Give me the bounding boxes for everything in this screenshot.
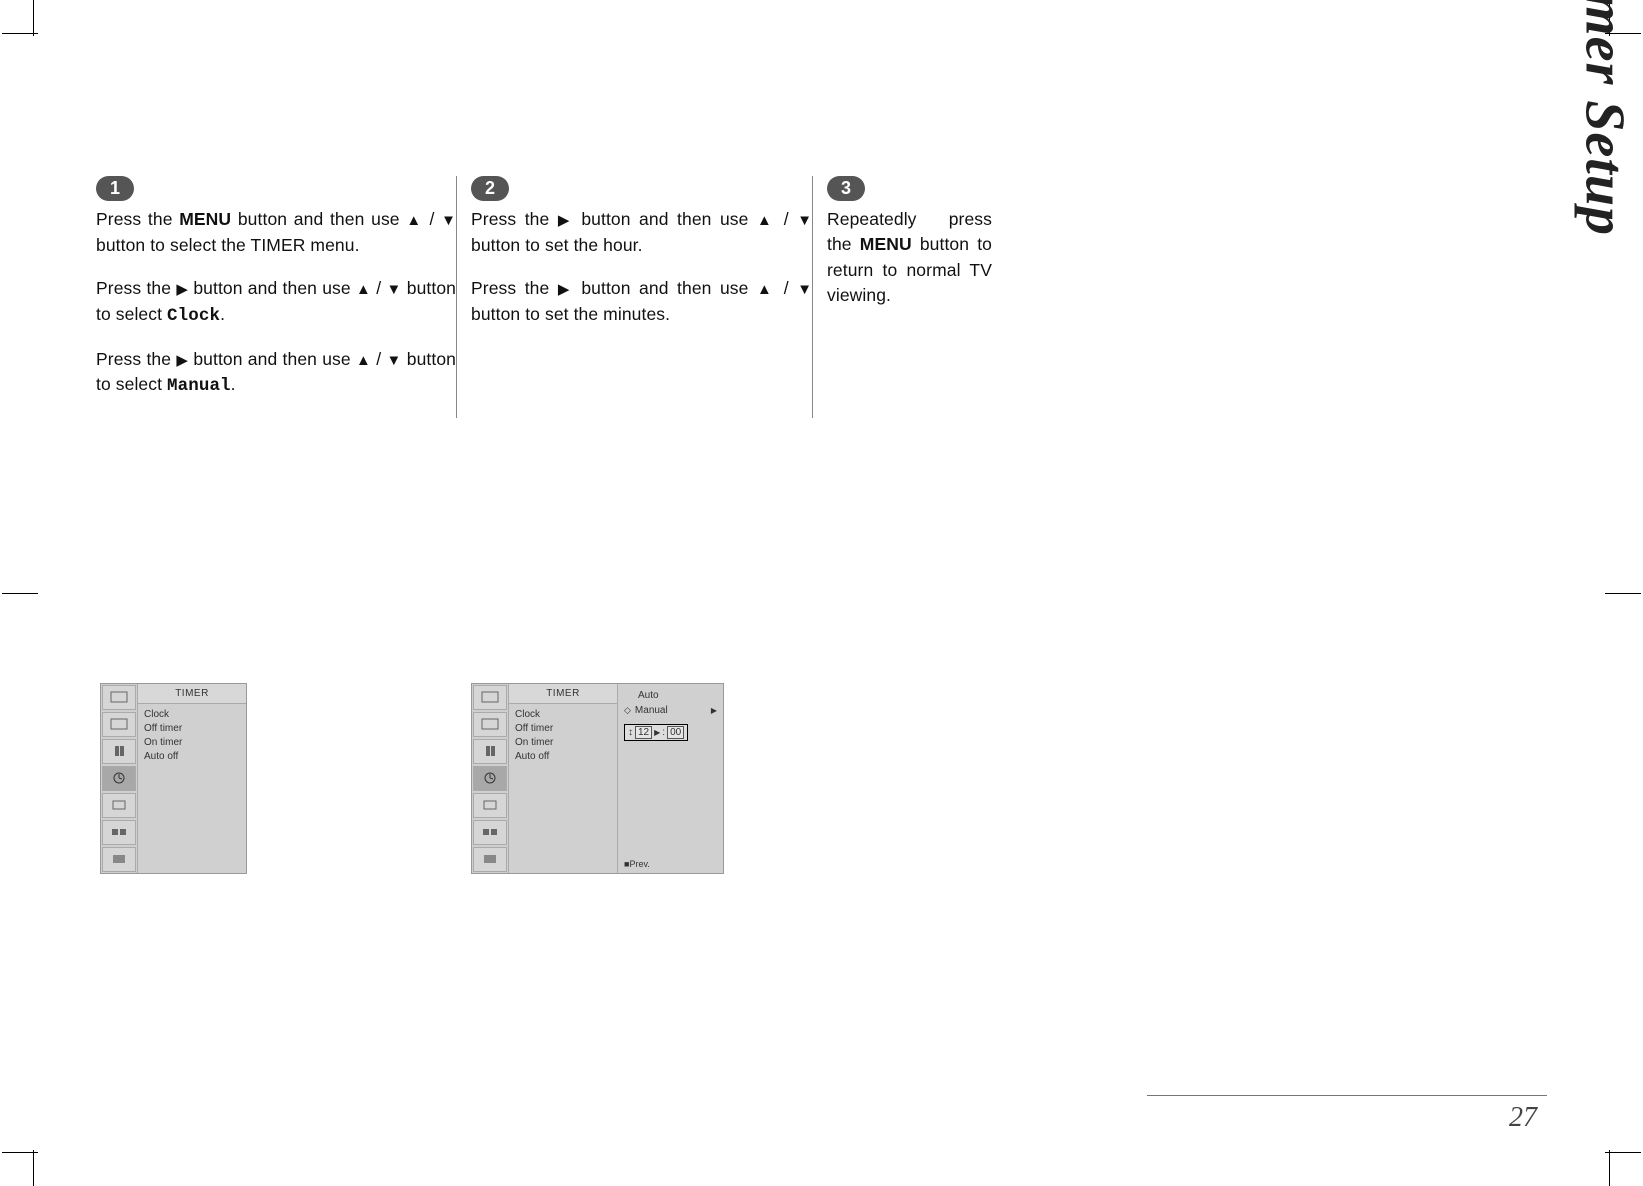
step-3-column: 3 Repeatedly press the MENU button to re…	[812, 176, 992, 418]
osd-panel-body: TIMER Clock Off timer On timer Auto off	[137, 684, 246, 873]
step-1-para-3: Press the button and then use / button t…	[96, 347, 456, 400]
osd-tab-icon	[102, 820, 136, 845]
up-icon	[356, 278, 371, 298]
down-icon	[797, 278, 812, 298]
step-2-para-1: Press the button and then use / button t…	[471, 207, 812, 258]
step-2-para-2: Press the button and then use / button t…	[471, 276, 812, 327]
diamond-icon	[624, 705, 631, 716]
right-icon	[711, 705, 717, 716]
crop-mark	[1605, 1152, 1641, 1153]
osd: TIMER Clock Off timer On timer Auto off	[471, 683, 724, 874]
osd-panel-list: Clock Off timer On timer Auto off	[509, 704, 617, 768]
osd-panel-1: TIMER Clock Off timer On timer Auto off	[100, 683, 247, 874]
down-icon	[386, 349, 401, 369]
content-area: Timer Setup Manual Clock Setup 27 1 Pres…	[96, 56, 1547, 1130]
osd-list-item: Clock	[144, 708, 240, 722]
osd-tab-icon	[102, 712, 136, 737]
title-main: Timer Setup	[1573, 0, 1637, 236]
osd-tab-icon	[102, 793, 136, 818]
right-icon	[654, 727, 660, 738]
osd-list-item: Off timer	[515, 722, 611, 736]
up-icon	[406, 209, 423, 229]
down-icon	[386, 278, 401, 298]
step-3-para-1: Repeatedly press the MENU button to retu…	[827, 207, 992, 309]
osd-list-item: Auto off	[515, 750, 611, 764]
up-icon	[356, 349, 371, 369]
osd-option-manual: Manual	[624, 703, 717, 718]
osd-minute: 00	[667, 726, 684, 739]
osd-subpanel: Auto Manual 12	[617, 684, 723, 873]
page-number: 27	[1509, 1102, 1537, 1134]
step-1-para-2: Press the button and then use / button t…	[96, 276, 456, 329]
osd-tab-strip	[101, 684, 137, 873]
osd-tab-icon	[473, 847, 507, 872]
step-1-column: 1 Press the MENU button and then use / b…	[96, 176, 456, 418]
osd-hour: 12	[635, 726, 652, 739]
crop-mark	[1605, 593, 1641, 594]
crop-mark	[2, 593, 38, 594]
step-1-para-1: Press the MENU button and then use / but…	[96, 207, 456, 258]
right-icon	[176, 278, 188, 298]
osd-panel-title: TIMER	[509, 684, 617, 704]
crop-mark	[33, 1150, 34, 1186]
osd-panel-title: TIMER	[138, 684, 246, 704]
crop-mark	[33, 0, 34, 36]
step-3-badge: 3	[827, 176, 865, 201]
down-icon	[441, 209, 456, 229]
side-title: Timer Setup Manual Clock Setup	[1287, 56, 1547, 416]
osd-tab-icon	[473, 712, 507, 737]
osd-list-item: Off timer	[144, 722, 240, 736]
osd-tab-timer-icon	[473, 766, 507, 791]
osd-tab-icon	[102, 739, 136, 764]
osd-tab-icon	[473, 820, 507, 845]
osd-tab-icon	[102, 847, 136, 872]
steps-row: 1 Press the MENU button and then use / b…	[96, 176, 996, 418]
osd-tab-icon	[473, 739, 507, 764]
step-1-badge: 1	[96, 176, 134, 201]
right-icon	[558, 209, 573, 229]
step-2-column: 2 Press the button and then use / button…	[456, 176, 812, 418]
crop-mark	[1609, 1150, 1610, 1186]
osd-option-auto: Auto	[624, 688, 717, 703]
osd-list-item: On timer	[144, 736, 240, 750]
up-icon	[757, 209, 775, 229]
osd-time-box: 12 : 00	[624, 724, 688, 741]
page-number-rule	[1147, 1095, 1547, 1096]
osd-panel-2: TIMER Clock Off timer On timer Auto off	[471, 683, 724, 874]
osd-tab-timer-icon	[102, 766, 136, 791]
osd-list-item: Clock	[515, 708, 611, 722]
osd: TIMER Clock Off timer On timer Auto off	[100, 683, 247, 874]
step-2-badge: 2	[471, 176, 509, 201]
osd-panel-list: Clock Off timer On timer Auto off	[138, 704, 246, 768]
osd-panel-body: TIMER Clock Off timer On timer Auto off	[508, 684, 617, 873]
osd-tab-strip	[472, 684, 508, 873]
osd-list-item: Auto off	[144, 750, 240, 764]
osd-prev-label: Prev.	[624, 859, 650, 869]
osd-tab-icon	[102, 685, 136, 710]
down-icon	[797, 209, 812, 229]
osd-tab-icon	[473, 793, 507, 818]
page: Timer Setup Manual Clock Setup 27 1 Pres…	[0, 0, 1643, 1186]
right-icon	[176, 349, 188, 369]
updown-icon	[628, 727, 633, 738]
right-icon	[558, 278, 573, 298]
osd-tab-icon	[473, 685, 507, 710]
up-icon	[757, 278, 775, 298]
osd-list-item: On timer	[515, 736, 611, 750]
